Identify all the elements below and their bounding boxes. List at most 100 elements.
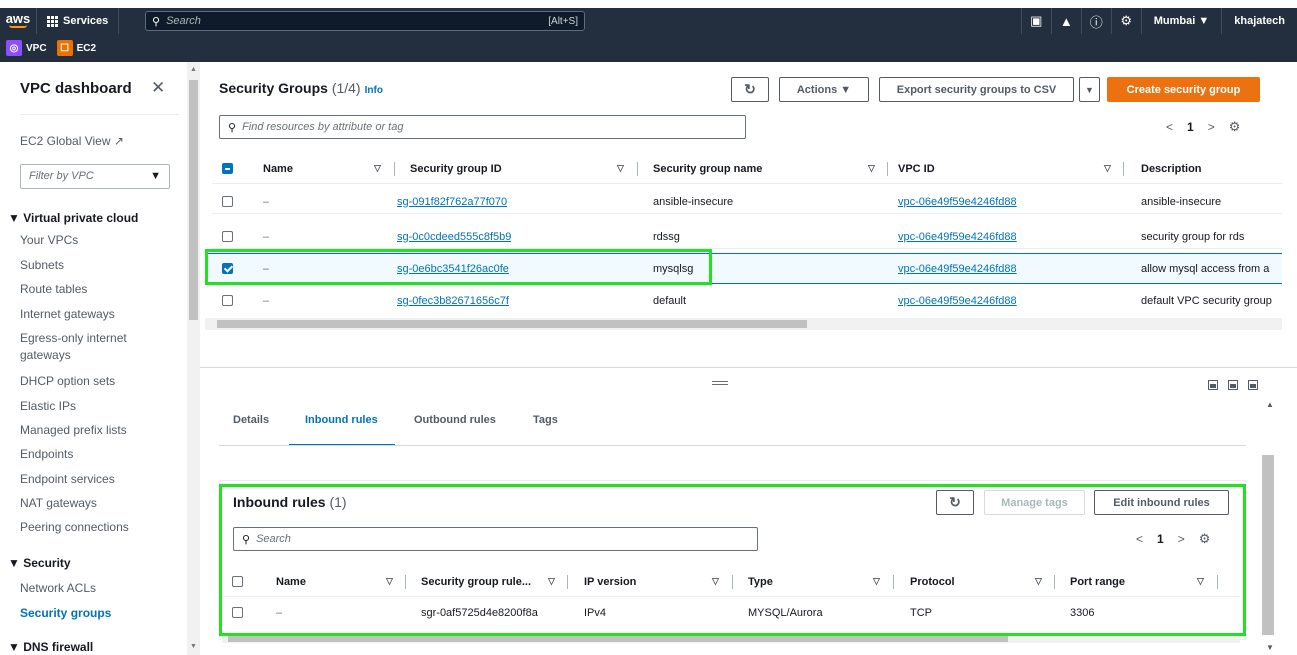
sidebar-item-subnets[interactable]: Subnets bbox=[20, 257, 170, 274]
prev-page-icon[interactable]: < bbox=[1166, 120, 1173, 134]
col-security-group-rule[interactable]: Security group rule... bbox=[421, 576, 531, 588]
security-group-id-link[interactable]: sg-0e6bc3541f26ac0fe bbox=[397, 263, 509, 275]
col-name[interactable]: Name bbox=[263, 163, 293, 175]
sidebar-item-endpoint-services[interactable]: Endpoint services bbox=[20, 471, 170, 488]
col-name[interactable]: Name bbox=[276, 576, 306, 588]
sort-icon[interactable]: ▽ bbox=[617, 163, 624, 174]
inbound-table-scrollbar[interactable] bbox=[222, 634, 1240, 643]
panel-close-icon[interactable] bbox=[1248, 380, 1258, 390]
table-row-selected[interactable]: – sg-0e6bc3541f26ac0fe mysqlsg vpc-06e49… bbox=[205, 253, 1282, 284]
section-dns-firewall[interactable]: ▼ DNS firewall bbox=[8, 640, 93, 654]
col-port-range[interactable]: Port range bbox=[1070, 576, 1125, 588]
next-page-icon[interactable]: > bbox=[1208, 120, 1215, 134]
security-group-id-link[interactable]: sg-0c0cdeed555c8f5b9 bbox=[397, 231, 511, 243]
select-all-checkbox[interactable] bbox=[222, 163, 233, 174]
col-security-group-name[interactable]: Security group name bbox=[653, 163, 762, 175]
sidebar-item-endpoints[interactable]: Endpoints bbox=[20, 446, 170, 463]
preferences-gear-icon[interactable]: ⚙ bbox=[1199, 531, 1211, 547]
tab-tags[interactable]: Tags bbox=[533, 414, 558, 426]
sort-icon[interactable]: ▽ bbox=[868, 163, 875, 174]
panel-side-icon[interactable] bbox=[1228, 380, 1238, 390]
row-checkbox[interactable] bbox=[222, 196, 233, 207]
sort-icon[interactable]: ▽ bbox=[386, 576, 393, 587]
sidebar-item-internet-gateways[interactable]: Internet gateways bbox=[20, 306, 170, 323]
section-security[interactable]: ▼ Security bbox=[8, 556, 71, 570]
next-page-icon[interactable]: > bbox=[1178, 532, 1185, 546]
col-ip-version[interactable]: IP version bbox=[584, 576, 636, 588]
account-menu[interactable]: khajatech bbox=[1221, 8, 1297, 34]
sort-icon[interactable]: ▽ bbox=[1035, 576, 1042, 587]
vpc-id-link[interactable]: vpc-06e49f59e4246fd88 bbox=[898, 231, 1017, 243]
settings-gear-icon[interactable]: ⚙ bbox=[1110, 8, 1141, 34]
sort-icon[interactable]: ▽ bbox=[1104, 163, 1111, 174]
favorite-ec2[interactable]: ☐ EC2 bbox=[56, 40, 96, 56]
export-dropdown-button[interactable]: ▼ bbox=[1079, 77, 1100, 102]
section-virtual-private-cloud[interactable]: ▼ Virtual private cloud bbox=[8, 211, 138, 225]
page-number[interactable]: 1 bbox=[1187, 120, 1194, 134]
export-csv-button[interactable]: Export security groups to CSV bbox=[879, 77, 1074, 102]
sort-icon[interactable]: ▽ bbox=[873, 576, 880, 587]
prev-page-icon[interactable]: < bbox=[1136, 532, 1143, 546]
close-icon[interactable]: ✕ bbox=[151, 78, 165, 98]
sidebar-item-your-vpcs[interactable]: Your VPCs bbox=[20, 232, 170, 249]
scroll-down-icon[interactable]: ▼ bbox=[1266, 643, 1274, 652]
inbound-refresh-button[interactable]: ↻ bbox=[936, 490, 974, 515]
vpc-id-link[interactable]: vpc-06e49f59e4246fd88 bbox=[898, 196, 1017, 208]
sidebar-item-network-acls[interactable]: Network ACLs bbox=[20, 580, 170, 597]
vpc-id-link[interactable]: vpc-06e49f59e4246fd88 bbox=[898, 295, 1017, 307]
favorite-vpc[interactable]: ◎ VPC bbox=[6, 40, 47, 56]
actions-dropdown[interactable]: Actions ▼ bbox=[779, 77, 869, 102]
region-selector[interactable]: Mumbai ▼ bbox=[1140, 8, 1222, 34]
sidebar-scrollbar[interactable] bbox=[187, 62, 200, 655]
table-row[interactable]: – sg-091f82f762a77f070 ansible-insecure … bbox=[212, 190, 1282, 214]
sort-icon[interactable]: ▽ bbox=[548, 576, 555, 587]
sidebar-item-egress-only-gateways[interactable]: Egress-only internet gateways bbox=[20, 330, 170, 364]
sort-icon[interactable]: ▽ bbox=[712, 576, 719, 587]
table-row[interactable]: – sgr-0af5725d4e8200f8a IPv4 MYSQL/Auror… bbox=[222, 601, 1240, 625]
panel-bottom-icon[interactable] bbox=[1208, 380, 1218, 390]
row-checkbox[interactable] bbox=[222, 263, 233, 274]
global-search-input[interactable]: ⚲ Search [Alt+S] bbox=[145, 11, 585, 31]
col-vpc-id[interactable]: VPC ID bbox=[898, 163, 935, 175]
manage-tags-button[interactable]: Manage tags bbox=[984, 490, 1085, 515]
table-row[interactable]: – sg-0fec3b82671656c7f default vpc-06e49… bbox=[212, 289, 1282, 313]
security-group-id-link[interactable]: sg-091f82f762a77f070 bbox=[397, 196, 507, 208]
col-security-group-id[interactable]: Security group ID bbox=[410, 163, 502, 175]
col-description[interactable]: Description bbox=[1141, 163, 1202, 175]
refresh-button[interactable]: ↻ bbox=[731, 77, 769, 102]
tab-inbound-rules[interactable]: Inbound rules bbox=[305, 414, 378, 426]
tab-details[interactable]: Details bbox=[233, 414, 269, 426]
bell-icon[interactable]: ▲ bbox=[1050, 8, 1081, 34]
security-group-id-link[interactable]: sg-0fec3b82671656c7f bbox=[397, 295, 509, 307]
vpc-id-link[interactable]: vpc-06e49f59e4246fd88 bbox=[898, 263, 1017, 275]
tab-outbound-rules[interactable]: Outbound rules bbox=[414, 414, 496, 426]
sidebar-item-peering-connections[interactable]: Peering connections bbox=[20, 519, 170, 536]
filter-by-vpc-select[interactable]: Filter by VPC ▼ bbox=[20, 164, 170, 189]
sidebar-item-managed-prefix-lists[interactable]: Managed prefix lists bbox=[20, 422, 170, 439]
cloudshell-icon[interactable]: ▣ bbox=[1020, 8, 1051, 34]
aws-logo[interactable]: aws bbox=[0, 12, 36, 28]
preferences-gear-icon[interactable]: ⚙ bbox=[1229, 119, 1241, 135]
row-checkbox[interactable] bbox=[232, 607, 243, 618]
scroll-up-icon[interactable]: ▲ bbox=[1266, 400, 1274, 409]
sidebar-item-nat-gateways[interactable]: NAT gateways bbox=[20, 495, 170, 512]
sidebar-item-route-tables[interactable]: Route tables bbox=[20, 281, 170, 298]
sidebar-item-security-groups[interactable]: Security groups bbox=[20, 605, 170, 622]
row-checkbox[interactable] bbox=[222, 231, 233, 242]
ec2-global-view-link[interactable]: EC2 Global View ↗ bbox=[20, 134, 124, 148]
find-resources-input[interactable]: ⚲ Find resources by attribute or tag bbox=[219, 115, 746, 139]
sidebar-item-dhcp-option-sets[interactable]: DHCP option sets bbox=[20, 373, 170, 390]
col-type[interactable]: Type bbox=[748, 576, 773, 588]
scroll-up-icon[interactable]: ▲ bbox=[190, 66, 197, 73]
details-scrollbar[interactable] bbox=[1262, 455, 1274, 635]
info-link[interactable]: Info bbox=[365, 85, 383, 96]
help-icon[interactable]: ⓘ bbox=[1080, 8, 1111, 34]
sidebar-item-elastic-ips[interactable]: Elastic IPs bbox=[20, 398, 170, 415]
scroll-down-icon[interactable]: ▼ bbox=[190, 643, 197, 650]
page-number[interactable]: 1 bbox=[1157, 532, 1164, 546]
drag-handle-icon[interactable] bbox=[712, 381, 728, 385]
table-row[interactable]: – sg-0c0cdeed555c8f5b9 rdssg vpc-06e49f5… bbox=[212, 225, 1282, 249]
inbound-search-input[interactable]: ⚲ Search bbox=[233, 527, 758, 551]
create-security-group-button[interactable]: Create security group bbox=[1107, 77, 1260, 102]
services-button[interactable]: Services bbox=[36, 8, 120, 34]
